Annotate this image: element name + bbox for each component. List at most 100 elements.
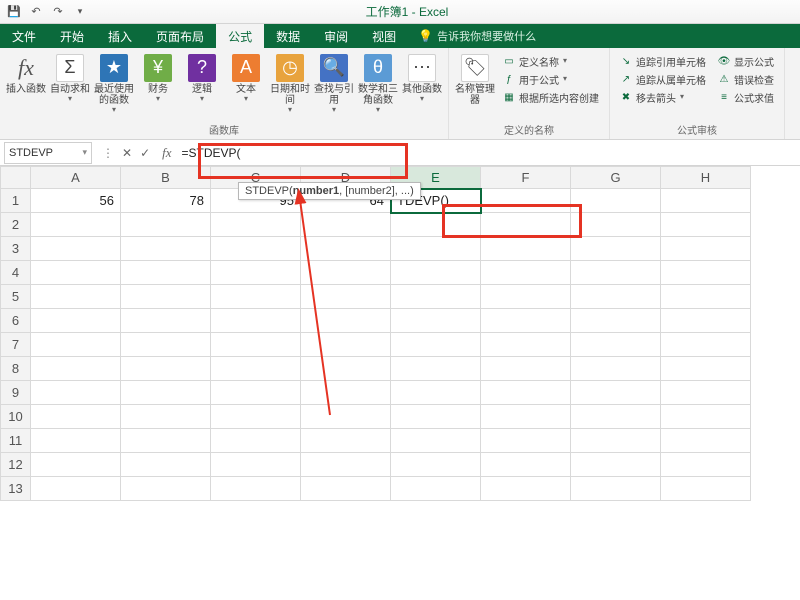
- row-header[interactable]: 3: [1, 237, 31, 261]
- trace-precedents-button[interactable]: ↘追踪引用单元格: [620, 54, 706, 69]
- eye-icon: 👁: [718, 56, 730, 68]
- sigma-icon: Σ: [56, 54, 84, 82]
- enter-formula-button[interactable]: ✓: [140, 146, 150, 160]
- col-header-G[interactable]: G: [571, 167, 661, 189]
- financial-button[interactable]: ¥ 财务 ▾: [138, 52, 178, 106]
- chevron-down-icon: ▾: [112, 106, 116, 115]
- morefn-button[interactable]: ⋯ 其他函数 ▾: [402, 52, 442, 106]
- clock-icon: ◷: [276, 54, 304, 82]
- col-header-F[interactable]: F: [481, 167, 571, 189]
- tab-review[interactable]: 审阅: [312, 24, 360, 48]
- logical-button[interactable]: ? 逻辑 ▾: [182, 52, 222, 106]
- row-header[interactable]: 5: [1, 285, 31, 309]
- fx-icon: fx: [12, 54, 40, 82]
- formula-tooltip: STDEVP(number1, [number2], ...): [238, 182, 421, 200]
- row-header[interactable]: 9: [1, 381, 31, 405]
- col-header-A[interactable]: A: [31, 167, 121, 189]
- define-name-button[interactable]: ▭定义名称▾: [503, 54, 599, 69]
- tab-formulas[interactable]: 公式: [216, 24, 264, 48]
- name-box[interactable]: STDEVP ▾: [4, 142, 92, 164]
- tab-home[interactable]: 开始: [48, 24, 96, 48]
- cancel-formula-button[interactable]: ✕: [122, 146, 132, 160]
- lookup-button[interactable]: 🔍 查找与引用 ▾: [314, 52, 354, 117]
- remove-arrows-button[interactable]: ✖移去箭头▾: [620, 90, 706, 105]
- tab-view[interactable]: 视图: [360, 24, 408, 48]
- ribbon-tabs: 文件 开始 插入 页面布局 公式 数据 审阅 视图 💡 告诉我你想要做什么: [0, 24, 800, 48]
- group-label-function-library: 函数库: [6, 122, 442, 137]
- row-header[interactable]: 7: [1, 333, 31, 357]
- redo-icon[interactable]: ↷: [50, 4, 66, 20]
- col-header-H[interactable]: H: [661, 167, 751, 189]
- warning-icon: ⚠: [718, 74, 730, 86]
- more-icon: ⋯: [408, 54, 436, 82]
- text-icon: A: [232, 54, 260, 82]
- trace-dependents-button[interactable]: ↗追踪从属单元格: [620, 72, 706, 87]
- create-from-selection-button[interactable]: ▦根据所选内容创建: [503, 90, 599, 105]
- tab-data[interactable]: 数据: [264, 24, 312, 48]
- chevron-down-icon: ▾: [332, 106, 336, 115]
- row-header[interactable]: 12: [1, 453, 31, 477]
- row-header[interactable]: 6: [1, 309, 31, 333]
- chevron-down-icon: ▾: [420, 95, 424, 104]
- tab-insert[interactable]: 插入: [96, 24, 144, 48]
- cell-F1[interactable]: [481, 189, 571, 213]
- theta-icon: θ: [364, 54, 392, 82]
- error-checking-button[interactable]: ⚠错误检查: [718, 72, 774, 87]
- chevron-down-icon: ▾: [288, 106, 292, 115]
- autosum-button[interactable]: Σ 自动求和 ▾: [50, 52, 90, 106]
- row-header[interactable]: 8: [1, 357, 31, 381]
- tab-pagelayout[interactable]: 页面布局: [144, 24, 216, 48]
- chevron-down-icon: ▾: [156, 95, 160, 104]
- formula-input[interactable]: [178, 142, 800, 164]
- chevron-down-icon[interactable]: ▾: [82, 147, 87, 158]
- group-label-defined-names: 定义的名称: [455, 122, 603, 137]
- use-in-formula-button[interactable]: ƒ用于公式▾: [503, 72, 599, 87]
- undo-icon[interactable]: ↶: [28, 4, 44, 20]
- star-icon: ★: [100, 54, 128, 82]
- money-icon: ¥: [144, 54, 172, 82]
- row-header[interactable]: 13: [1, 477, 31, 501]
- arrow-in-icon: ↘: [620, 56, 632, 68]
- cell-G1[interactable]: [571, 189, 661, 213]
- tag-mini-icon: ▭: [503, 56, 515, 68]
- evaluate-formula-button[interactable]: ≡公式求值: [718, 90, 774, 105]
- chevron-down-icon: ▾: [244, 95, 248, 104]
- cell-B1[interactable]: 78: [121, 189, 211, 213]
- tab-file[interactable]: 文件: [0, 24, 48, 48]
- question-icon: ?: [188, 54, 216, 82]
- row-header[interactable]: 1: [1, 189, 31, 213]
- chevron-down-icon: ▾: [376, 106, 380, 115]
- lightbulb-icon: 💡: [418, 29, 433, 43]
- window-title: 工作簿1 - Excel: [94, 3, 720, 20]
- datetime-button[interactable]: ◷ 日期和时间 ▾: [270, 52, 310, 117]
- grid-mini-icon: ▦: [503, 92, 515, 104]
- row-header[interactable]: 4: [1, 261, 31, 285]
- row-header[interactable]: 11: [1, 429, 31, 453]
- save-icon[interactable]: 💾: [6, 4, 22, 20]
- insert-function-button[interactable]: fx 插入函数: [6, 52, 46, 97]
- tag-icon: 🏷: [461, 54, 489, 82]
- tell-me[interactable]: 💡 告诉我你想要做什么: [408, 24, 546, 48]
- remove-icon: ✖: [620, 92, 632, 104]
- fx-icon[interactable]: fx: [156, 145, 177, 161]
- row-header[interactable]: 2: [1, 213, 31, 237]
- text-button[interactable]: A 文本 ▾: [226, 52, 266, 106]
- name-box-value: STDEVP: [9, 147, 53, 159]
- cell-A1[interactable]: 56: [31, 189, 121, 213]
- select-all-corner[interactable]: [1, 167, 31, 189]
- recently-used-button[interactable]: ★ 最近使用的函数 ▾: [94, 52, 134, 117]
- name-manager-button[interactable]: 🏷 名称管理器: [455, 52, 495, 108]
- qat-dropdown-icon[interactable]: ▾: [72, 4, 88, 20]
- arrow-out-icon: ↗: [620, 74, 632, 86]
- chevron-down-icon: ▾: [68, 95, 72, 104]
- row-header[interactable]: 10: [1, 405, 31, 429]
- calc-icon: ≡: [718, 92, 730, 104]
- cell-H1[interactable]: [661, 189, 751, 213]
- show-formulas-button[interactable]: 👁显示公式: [718, 54, 774, 69]
- ribbon: fx 插入函数 Σ 自动求和 ▾ ★ 最近使用的函数 ▾ ¥ 财务 ▾ ? 逻辑: [0, 48, 800, 140]
- col-header-B[interactable]: B: [121, 167, 211, 189]
- formula-bar-row: STDEVP ▾ ⋮ ✕ ✓ fx: [0, 140, 800, 166]
- mathtrig-button[interactable]: θ 数学和三角函数 ▾: [358, 52, 398, 117]
- chevron-down-icon: ▾: [200, 95, 204, 104]
- spreadsheet-grid[interactable]: A B C D E F G H 1 56 78 95 64 TDEVP() 2 …: [0, 166, 800, 501]
